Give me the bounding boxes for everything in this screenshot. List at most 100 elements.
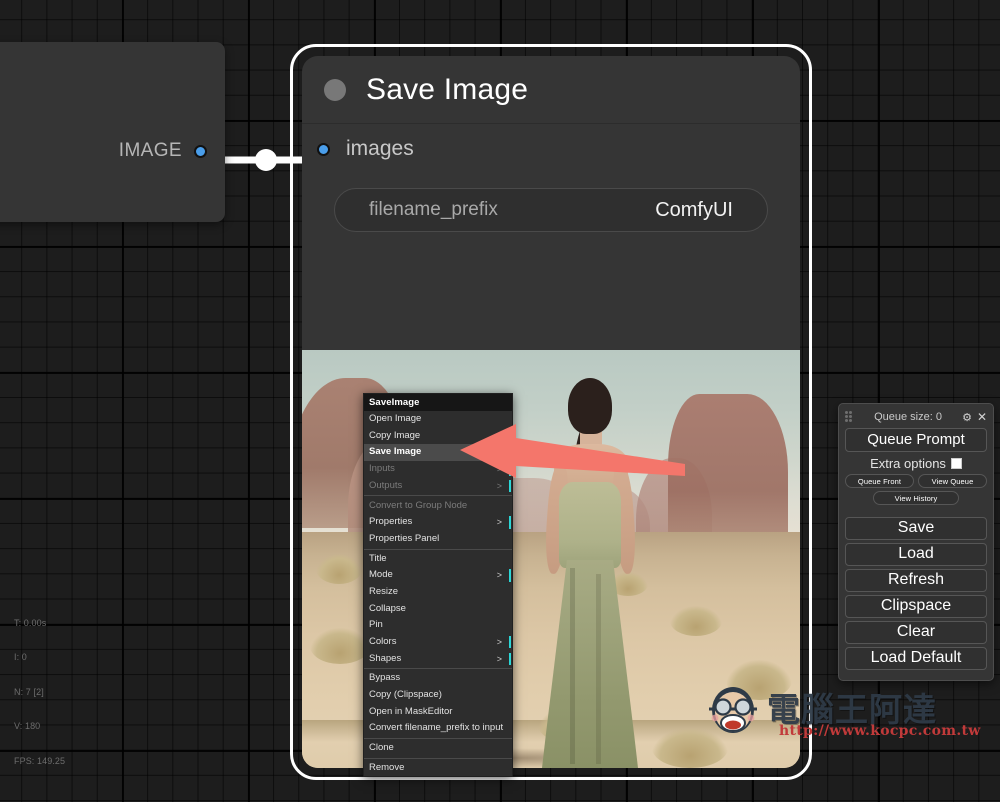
view-queue-button[interactable]: View Queue xyxy=(918,474,987,488)
comfy-menu-panel[interactable]: Queue size: 0 ⚙ ✕ Queue Prompt Extra opt… xyxy=(838,403,994,681)
save-button[interactable]: Save xyxy=(845,517,987,540)
context-menu-item-label: Properties xyxy=(369,516,413,528)
refresh-button[interactable]: Refresh xyxy=(845,569,987,592)
context-menu-separator xyxy=(364,668,512,670)
node-collapse-icon[interactable] xyxy=(324,78,346,101)
extra-options-row[interactable]: Extra options xyxy=(845,456,987,471)
queue-size-label: Queue size: 0 xyxy=(874,411,942,423)
drag-handle-icon[interactable] xyxy=(845,411,854,423)
context-menu-item-label: Open Image xyxy=(369,413,422,425)
context-menu-item-label: Resize xyxy=(369,585,399,597)
dress-skirt xyxy=(542,560,638,768)
stat-fps: FPS: 149.25 xyxy=(14,755,66,766)
source-node-output-label: IMAGE xyxy=(118,140,182,161)
context-menu-item-label: Pin xyxy=(369,619,383,631)
input-port-images[interactable] xyxy=(317,142,330,156)
load-default-button[interactable]: Load Default xyxy=(845,647,987,670)
context-menu-item[interactable]: Copy (Clipspace) xyxy=(364,687,512,704)
context-menu-item[interactable]: Pin xyxy=(364,617,512,634)
stat-vertices: V: 180 xyxy=(14,721,41,731)
stat-time: T: 0.00s xyxy=(14,617,47,628)
context-menu-item-label: Copy Image xyxy=(369,429,421,441)
submenu-arrow-icon: > xyxy=(496,637,502,648)
context-menu-item-label: Remove xyxy=(369,761,405,773)
mesa-right xyxy=(668,394,788,544)
extra-options-label: Extra options xyxy=(870,456,946,471)
graph-stats-readout: T: 0.00s I: 0 N: 7 [2] V: 180 FPS: 149.2… xyxy=(14,595,65,791)
stat-nodes: N: 7 [2] xyxy=(14,686,44,697)
menu-panel-header[interactable]: Queue size: 0 ⚙ ✕ xyxy=(845,409,987,425)
context-menu-item[interactable]: Mode > xyxy=(364,567,512,584)
context-menu-item-label: Collapse xyxy=(369,602,406,614)
skirt-fold xyxy=(596,574,601,764)
view-history-button[interactable]: View History xyxy=(873,491,959,505)
bush xyxy=(310,628,370,664)
submenu-arrow-icon: > xyxy=(496,480,502,491)
queue-prompt-button[interactable]: Queue Prompt xyxy=(845,428,987,452)
context-menu-item-label: Clone xyxy=(369,742,394,754)
context-menu-item[interactable]: Open in MaskEditor xyxy=(364,704,512,721)
input-port-label: images xyxy=(346,137,414,160)
context-menu-item[interactable]: Collapse xyxy=(364,601,512,618)
context-menu-item[interactable]: Properties > xyxy=(364,514,512,531)
load-button[interactable]: Load xyxy=(845,543,987,566)
context-menu-item[interactable]: Shapes > xyxy=(364,651,512,668)
context-menu-item-label: Bypass xyxy=(369,672,401,684)
context-menu-item-label: Mode xyxy=(369,569,393,581)
context-menu-item-label: Title xyxy=(369,552,387,564)
context-menu-item-label: Save Image xyxy=(369,446,422,458)
node-title: Save Image xyxy=(366,72,529,106)
context-menu-separator xyxy=(364,738,512,740)
context-menu-item[interactable]: Colors > xyxy=(364,634,512,651)
extra-options-checkbox[interactable] xyxy=(950,458,962,469)
source-node-output-row: IMAGE xyxy=(119,140,207,162)
node-header[interactable]: Save Image xyxy=(302,56,800,124)
widget-label: filename_prefix xyxy=(369,199,498,220)
menu-action-buttons: Save Load Refresh Clipspace Clear Load Defaul… xyxy=(845,517,987,670)
queue-secondary-buttons: Queue Front View Queue xyxy=(845,474,987,488)
context-menu-item[interactable]: Title xyxy=(364,551,512,568)
stat-iterations: I: 0 xyxy=(14,652,27,662)
context-menu-item[interactable]: Bypass xyxy=(364,670,512,687)
context-menu-item-label: Convert to Group Node xyxy=(369,499,468,511)
context-menu-item: Outputs > xyxy=(364,478,512,495)
bush xyxy=(726,660,792,700)
bush xyxy=(316,554,362,584)
context-menu-item[interactable]: Properties Panel xyxy=(364,531,512,548)
submenu-arrow-icon: > xyxy=(496,517,502,528)
context-menu-separator xyxy=(364,757,512,759)
clipspace-button[interactable]: Clipspace xyxy=(845,595,987,618)
context-menu-item-label: Shapes xyxy=(369,652,402,664)
link-midpoint-dot xyxy=(255,149,277,171)
widget-filename-prefix[interactable]: filename_prefix ComfyUI xyxy=(334,188,768,232)
context-menu-item-label: Inputs xyxy=(369,463,395,475)
widget-value[interactable]: ComfyUI xyxy=(655,199,733,222)
queue-front-button[interactable]: Queue Front xyxy=(845,474,914,488)
context-menu-item[interactable]: Convert filename_prefix to input xyxy=(364,720,512,737)
comfyui-canvas-app: T: 0.00s I: 0 N: 7 [2] V: 180 FPS: 149.2… xyxy=(0,0,1000,802)
submenu-arrow-icon: > xyxy=(496,570,502,581)
context-menu-title: SaveImage xyxy=(364,394,512,411)
bush xyxy=(652,728,728,768)
close-icon[interactable]: ✕ xyxy=(977,410,987,424)
annotation-arrow-icon xyxy=(460,424,685,478)
context-menu-item[interactable]: Clone xyxy=(364,740,512,757)
clear-button[interactable]: Clear xyxy=(845,621,987,644)
node-input-row-images: images xyxy=(302,124,800,174)
output-port-image[interactable] xyxy=(194,144,207,158)
source-node[interactable]: IMAGE xyxy=(0,42,225,222)
context-menu-item-label: Colors xyxy=(369,636,397,648)
context-menu-item-label: Open in MaskEditor xyxy=(369,705,453,717)
submenu-arrow-icon: > xyxy=(496,653,502,664)
skirt-fold xyxy=(570,568,575,764)
context-menu-separator xyxy=(364,548,512,550)
context-menu-separator xyxy=(364,495,512,497)
context-menu-item-label: Properties Panel xyxy=(369,532,440,544)
dress-bodice xyxy=(559,482,621,568)
context-menu-item[interactable]: Remove xyxy=(364,760,512,777)
context-menu-item-label: Convert filename_prefix to input xyxy=(369,722,504,734)
context-menu-item[interactable]: Resize xyxy=(364,584,512,601)
bush xyxy=(670,606,722,636)
context-menu-item-label: Outputs xyxy=(369,479,403,491)
gear-icon[interactable]: ⚙ xyxy=(962,411,972,424)
